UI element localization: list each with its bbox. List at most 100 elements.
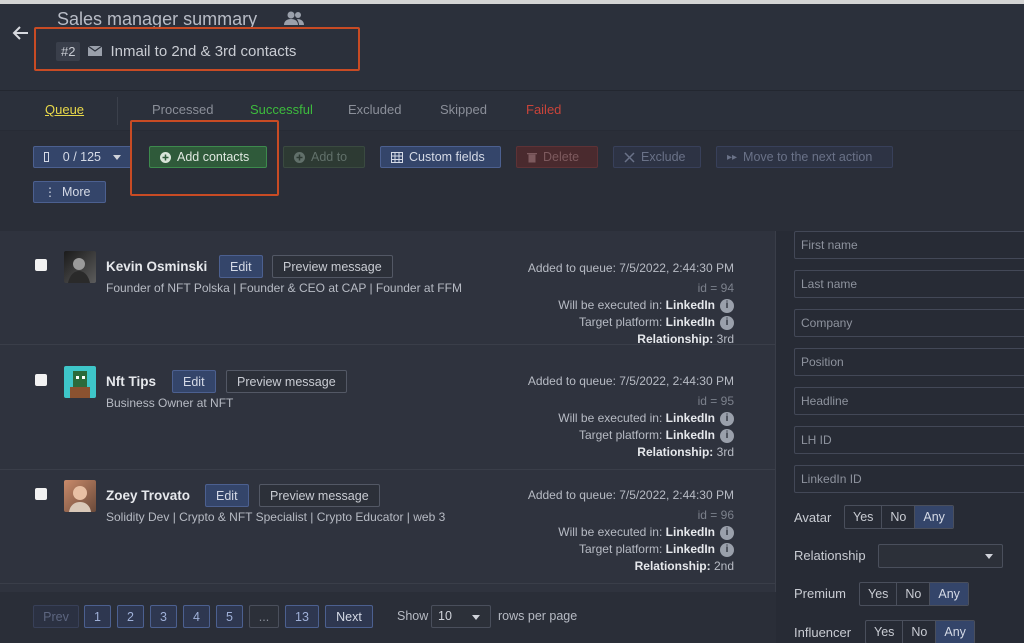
trash-icon bbox=[527, 152, 537, 162]
page-button[interactable]: 3 bbox=[150, 605, 177, 628]
company-field[interactable]: Company bbox=[794, 309, 1024, 337]
target-platform: Target platform: LinkedIn i bbox=[579, 315, 734, 330]
show-label: Show bbox=[397, 609, 429, 623]
contact-name: Kevin Osminski bbox=[106, 259, 208, 274]
list-item: Zoey Trovato Edit Preview message Solidi… bbox=[0, 470, 776, 584]
influencer-filter-label: Influencer bbox=[794, 625, 852, 640]
contact-checkbox[interactable] bbox=[35, 488, 47, 500]
target-label: Target platform: bbox=[578, 315, 663, 329]
preview-message-button[interactable]: Preview message bbox=[259, 484, 380, 507]
headline-field[interactable]: Headline bbox=[794, 387, 1024, 415]
next-page-button[interactable]: Next bbox=[325, 605, 373, 628]
info-icon[interactable]: i bbox=[720, 428, 734, 443]
relationship-value: 3rd bbox=[716, 445, 734, 459]
page-button[interactable]: 4 bbox=[183, 605, 210, 628]
custom-fields-button[interactable]: Custom fields bbox=[380, 146, 501, 168]
highlight-step bbox=[34, 27, 360, 71]
relationship-value: 3rd bbox=[716, 332, 734, 346]
influencer-any[interactable]: Any bbox=[936, 621, 974, 643]
prev-page-button[interactable]: Prev bbox=[33, 605, 79, 628]
linkedin-id-field[interactable]: LinkedIn ID bbox=[794, 465, 1024, 493]
filter-panel: First name Last name Company Position He… bbox=[777, 231, 1024, 643]
tab-queue[interactable]: Queue bbox=[45, 102, 84, 117]
avatar-yes[interactable]: Yes bbox=[845, 506, 883, 528]
position-field[interactable]: Position bbox=[794, 348, 1024, 376]
page-button[interactable]: 13 bbox=[285, 605, 319, 628]
influencer-yes[interactable]: Yes bbox=[866, 621, 904, 643]
last-name-field[interactable]: Last name bbox=[794, 270, 1024, 298]
rows-per-page-select[interactable]: 10 bbox=[431, 605, 491, 628]
contact-name: Nft Tips bbox=[106, 374, 156, 389]
edit-button[interactable]: Edit bbox=[172, 370, 216, 393]
contact-id: id = 94 bbox=[697, 281, 734, 295]
contact-name: Zoey Trovato bbox=[106, 488, 191, 503]
avatar-filter-label: Avatar bbox=[794, 510, 832, 525]
info-icon[interactable]: i bbox=[720, 315, 734, 330]
info-icon[interactable]: i bbox=[720, 525, 734, 540]
relationship: Relationship: 3rd bbox=[637, 445, 734, 459]
executed-in: Will be executed in: LinkedIn i bbox=[558, 298, 734, 313]
contact-checkbox[interactable] bbox=[35, 374, 47, 386]
page-button[interactable]: 1 bbox=[84, 605, 111, 628]
info-icon[interactable]: i bbox=[720, 542, 734, 557]
tab-processed[interactable]: Processed bbox=[152, 102, 213, 117]
queue-added: Added to queue: 7/5/2022, 2:44:30 PM bbox=[527, 261, 734, 275]
target-value: LinkedIn bbox=[665, 428, 715, 442]
executed-in: Will be executed in: LinkedIn i bbox=[558, 411, 734, 426]
target-value: LinkedIn bbox=[665, 542, 715, 556]
rows-per-page-label: rows per page bbox=[498, 609, 578, 623]
tab-skipped[interactable]: Skipped bbox=[440, 102, 487, 117]
edit-button[interactable]: Edit bbox=[219, 255, 263, 278]
select-all-dropdown[interactable]: 0 / 125 bbox=[33, 146, 132, 168]
move-next-label: Move to the next action bbox=[743, 150, 873, 164]
delete-button[interactable]: Delete bbox=[516, 146, 598, 168]
relationship-select[interactable] bbox=[878, 544, 1003, 568]
target-platform: Target platform: LinkedIn i bbox=[579, 542, 734, 557]
exclude-label: Exclude bbox=[641, 150, 686, 164]
executed-label: Will be executed in: bbox=[558, 525, 663, 539]
premium-no[interactable]: No bbox=[897, 583, 931, 605]
page-button[interactable]: 5 bbox=[216, 605, 243, 628]
list-item: Nft Tips Edit Preview message Business O… bbox=[0, 356, 776, 470]
influencer-filter-toggle: Yes No Any bbox=[865, 620, 975, 643]
avatar-no[interactable]: No bbox=[882, 506, 916, 528]
pagination: Prev 1 2 3 4 5 ... 13 Next Show 10 rows … bbox=[0, 592, 776, 643]
influencer-no[interactable]: No bbox=[903, 621, 937, 643]
relationship: Relationship: 3rd bbox=[637, 332, 734, 346]
tab-successful[interactable]: Successful bbox=[250, 102, 313, 117]
relationship-label: Relationship: bbox=[634, 559, 711, 573]
page-ellipsis: ... bbox=[249, 605, 279, 628]
list-item: Kevin Osminski Edit Preview message Foun… bbox=[0, 231, 776, 346]
tab-excluded[interactable]: Excluded bbox=[348, 102, 401, 117]
premium-yes[interactable]: Yes bbox=[860, 583, 898, 605]
contact-checkbox[interactable] bbox=[35, 259, 47, 271]
add-to-button[interactable]: Add to bbox=[283, 146, 365, 168]
exclude-button[interactable]: Exclude bbox=[613, 146, 701, 168]
checkbox-icon bbox=[44, 152, 49, 162]
add-to-label: Add to bbox=[311, 150, 348, 164]
page-button[interactable]: 2 bbox=[117, 605, 144, 628]
avatar-any[interactable]: Any bbox=[915, 506, 953, 528]
chevron-down-icon bbox=[113, 154, 121, 160]
preview-message-button[interactable]: Preview message bbox=[272, 255, 393, 278]
tab-divider bbox=[117, 97, 118, 125]
back-arrow-icon[interactable] bbox=[12, 24, 32, 44]
more-button[interactable]: ⋮ More bbox=[33, 181, 106, 203]
chevron-down-icon bbox=[985, 554, 993, 559]
lh-id-field[interactable]: LH ID bbox=[794, 426, 1024, 454]
preview-message-button[interactable]: Preview message bbox=[226, 370, 347, 393]
premium-any[interactable]: Any bbox=[930, 583, 968, 605]
scissors-icon bbox=[624, 151, 635, 163]
info-icon[interactable]: i bbox=[720, 411, 734, 426]
tab-failed[interactable]: Failed bbox=[526, 102, 561, 117]
executed-label: Will be executed in: bbox=[558, 298, 663, 312]
plus-circle-icon bbox=[294, 151, 305, 163]
edit-button[interactable]: Edit bbox=[205, 484, 249, 507]
contact-description: Solidity Dev | Crypto & NFT Specialist |… bbox=[106, 510, 446, 524]
contact-id: id = 95 bbox=[697, 394, 734, 408]
first-name-field[interactable]: First name bbox=[794, 231, 1024, 259]
chevron-down-icon bbox=[472, 615, 480, 620]
contact-description: Business Owner at NFT bbox=[106, 396, 234, 410]
info-icon[interactable]: i bbox=[720, 298, 734, 313]
move-next-button[interactable]: ▸▸ Move to the next action bbox=[716, 146, 893, 168]
